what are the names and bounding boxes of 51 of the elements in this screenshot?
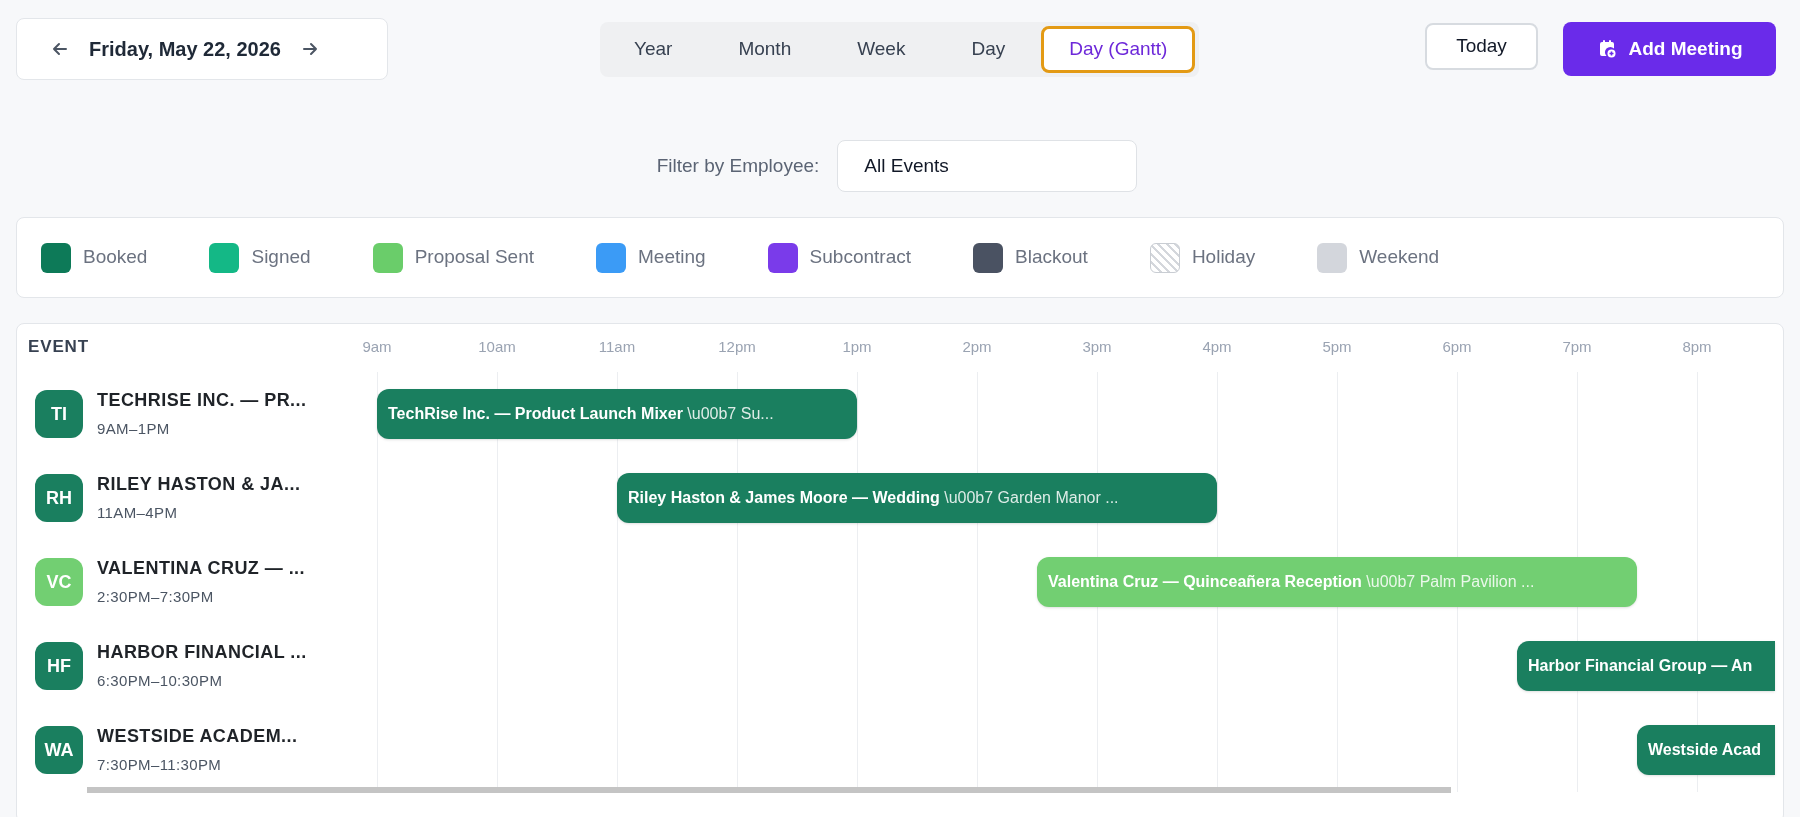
view-tab[interactable]: Month: [708, 26, 822, 73]
event-time: 2:30PM–7:30PM: [97, 587, 215, 608]
hour-label: 1pm: [841, 337, 873, 357]
event-time: 7:30PM–11:30PM: [97, 755, 223, 776]
filter-label: Filter by Employee:: [656, 153, 820, 178]
column-header: EVENT: [27, 336, 90, 358]
event-bar[interactable]: Riley Haston & James Moore — Wedding \u00b7 Garden Manor ...: [617, 473, 1217, 523]
today-button[interactable]: Today: [1425, 23, 1538, 70]
event-avatar: VC: [35, 558, 83, 606]
legend-label: Subcontract: [809, 245, 911, 270]
hour-label: 3pm: [1081, 337, 1113, 357]
event-title: TECHRISE INC. — PR...: [97, 389, 307, 413]
legend-label: Meeting: [638, 245, 706, 270]
event-title: RILEY HASTON & JA...: [97, 473, 301, 497]
hour-label: 11am: [597, 337, 637, 357]
event-title: HARBOR FINANCIAL ...: [97, 641, 307, 665]
hour-label: 6pm: [1441, 337, 1473, 357]
event-bar[interactable]: Harbor Financial Group — An: [1517, 641, 1775, 691]
event-time: 11AM–4PM: [97, 503, 179, 524]
view-tab[interactable]: Week: [827, 26, 936, 73]
hour-label: 10am: [477, 337, 517, 357]
event-bar[interactable]: Westside Acad: [1637, 725, 1775, 775]
event-title: VALENTINA CRUZ — ...: [97, 557, 305, 581]
legend-label: Blackout: [1015, 245, 1088, 270]
current-date: Friday, May 22, 2026: [89, 37, 281, 62]
legend-label: Proposal Sent: [414, 245, 534, 270]
hour-label: 2pm: [961, 337, 993, 357]
legend-label: Holiday: [1191, 245, 1256, 270]
horizontal-scrollbar[interactable]: [87, 787, 1451, 793]
view-tab[interactable]: Day (Gantt): [1041, 26, 1196, 73]
event-time: 6:30PM–10:30PM: [97, 671, 224, 692]
add-meeting-button[interactable]: Add Meeting: [1563, 22, 1776, 76]
hour-label: 8pm: [1681, 337, 1713, 357]
view-tab[interactable]: Day: [941, 26, 1036, 73]
event-avatar: RH: [35, 474, 83, 522]
legend-label: Booked: [83, 245, 148, 270]
hour-label: 4pm: [1201, 337, 1233, 357]
hour-label: 9am: [361, 337, 393, 357]
event-avatar: HF: [35, 642, 83, 690]
legend-label: Signed: [251, 245, 311, 270]
hour-label: 7pm: [1561, 337, 1593, 357]
event-time: 9AM–1PM: [97, 419, 171, 440]
hour-label: 12pm: [717, 337, 757, 357]
event-bar[interactable]: TechRise Inc. — Product Launch Mixer \u00b7 Su...: [377, 389, 857, 439]
event-avatar: WA: [35, 726, 83, 774]
employee-filter-select[interactable]: All Events: [837, 140, 1138, 192]
hour-label: 5pm: [1321, 337, 1353, 357]
event-avatar: TI: [35, 390, 83, 438]
legend-label: Weekend: [1359, 245, 1440, 270]
view-tab[interactable]: Year: [604, 26, 703, 73]
event-title: WESTSIDE ACADEM...: [97, 725, 298, 749]
